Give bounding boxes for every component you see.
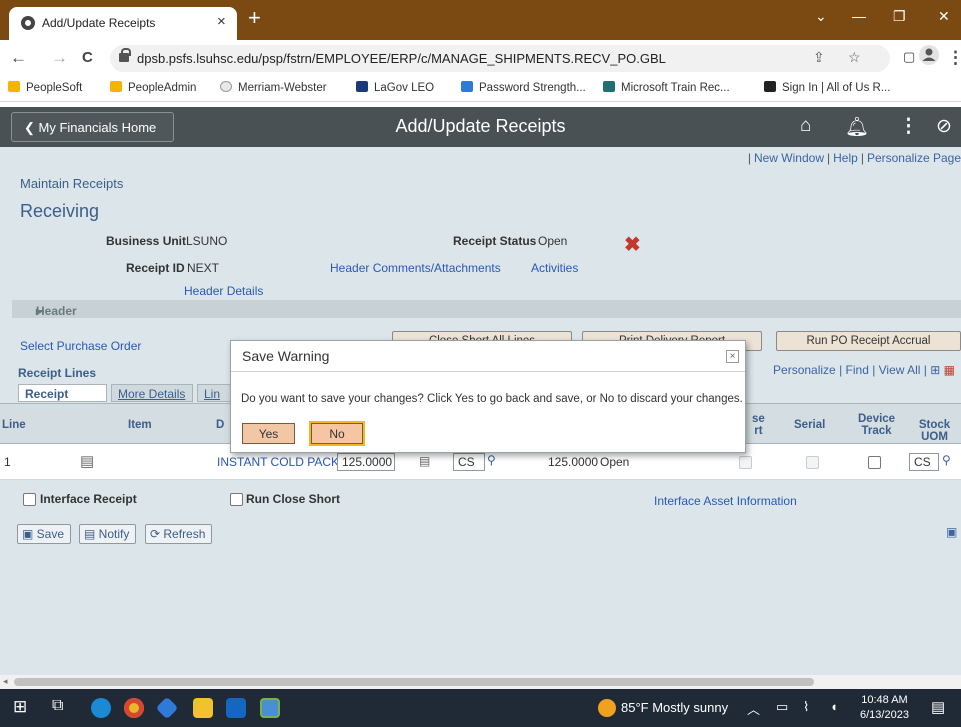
forward-button[interactable]: → xyxy=(51,48,68,68)
all-of-us-icon xyxy=(764,81,776,92)
dialog-divider xyxy=(231,371,745,372)
bookmarks-bar: PeopleSoft PeopleAdmin Merriam-Webster L… xyxy=(0,76,961,102)
weather-sun-icon[interactable] xyxy=(598,699,616,717)
browser-tab[interactable]: Add/Update Receipts × xyxy=(9,7,237,40)
tab-favicon-icon xyxy=(21,16,35,30)
lagov-icon xyxy=(356,81,368,92)
bookmark-peoplesoft[interactable]: PeopleSoft xyxy=(8,81,82,94)
windows-taskbar: ⊞ ⧉ 85°F Mostly sunny ︿ ▭ ⌇ ◖ 10:48 AM 6… xyxy=(0,689,961,727)
browser-toolbar: ← → C dpsb.psfs.lsuhsc.edu/psp/fstrn/EMP… xyxy=(0,40,961,76)
tab-close-icon[interactable]: × xyxy=(217,13,226,30)
bookmark-microsoft-train[interactable]: Microsoft Train Rec... xyxy=(603,81,730,94)
bookmark-merriam-webster[interactable]: Merriam-Webster xyxy=(220,81,327,94)
navbar-icon[interactable]: ⊘ xyxy=(936,115,952,138)
actions-menu-icon[interactable]: ⋮ xyxy=(899,115,918,138)
file-explorer-icon[interactable] xyxy=(193,698,213,718)
bookmark-all-of-us[interactable]: Sign In | All of Us R... xyxy=(764,81,890,94)
bookmark-password-strength[interactable]: Password Strength... xyxy=(461,81,586,94)
minimize-button[interactable]: — xyxy=(852,8,866,24)
reload-button[interactable]: C xyxy=(82,49,93,66)
sharepoint-icon xyxy=(603,81,615,92)
no-button[interactable]: No xyxy=(309,421,365,446)
tray-chevron-icon[interactable]: ︿ xyxy=(747,699,760,718)
clock-date: 6/13/2023 xyxy=(860,709,909,721)
address-bar[interactable]: dpsb.psfs.lsuhsc.edu/psp/fstrn/EMPLOYEE/… xyxy=(110,45,890,72)
notification-bell-icon[interactable]: 🔔︎ xyxy=(845,115,869,139)
outlook-icon[interactable] xyxy=(226,698,246,718)
bookmark-star-icon[interactable]: ☆ xyxy=(848,49,861,66)
back-button[interactable]: ← xyxy=(10,48,27,68)
url-text[interactable]: dpsb.psfs.lsuhsc.edu/psp/fstrn/EMPLOYEE/… xyxy=(137,51,666,66)
share-icon[interactable]: ⇪ xyxy=(813,49,825,66)
notifications-icon[interactable]: ▤ xyxy=(931,698,945,716)
folder-icon xyxy=(8,81,20,92)
chrome-icon[interactable] xyxy=(124,698,144,718)
save-warning-dialog: Save Warning × Do you want to save your … xyxy=(230,340,746,453)
restore-button[interactable]: ❐ xyxy=(893,8,906,25)
peoplesoft-banner: ❮ My Financials Home Add/Update Receipts… xyxy=(0,107,961,147)
profile-avatar-icon[interactable] xyxy=(918,44,940,71)
lock-icon[interactable] xyxy=(119,48,131,62)
scrollbar-thumb[interactable] xyxy=(14,678,814,686)
dialog-close-icon[interactable]: × xyxy=(726,350,739,363)
password-icon xyxy=(461,81,473,92)
merriam-webster-icon xyxy=(220,81,232,92)
windows-start-icon[interactable]: ⊞ xyxy=(13,697,27,717)
bookmark-lagov-leo[interactable]: LaGov LEO xyxy=(356,81,434,94)
home-icon[interactable]: ⌂ xyxy=(800,115,811,137)
volume-icon[interactable]: ◖ xyxy=(830,699,838,714)
weather-text[interactable]: 85°F Mostly sunny xyxy=(621,700,728,715)
banner-title: Add/Update Receipts xyxy=(395,116,566,136)
tab-search-icon[interactable]: ⌄ xyxy=(815,8,827,25)
sidepanel-icon[interactable]: ▢ xyxy=(903,49,915,65)
wifi-icon[interactable]: ⌇ xyxy=(803,699,809,715)
folder-icon xyxy=(110,81,122,92)
horizontal-scrollbar[interactable]: ◂ xyxy=(0,675,961,689)
browser-titlebar: Add/Update Receipts × + ⌄ — ❐ ✕ xyxy=(0,0,961,40)
taskbar-clock[interactable]: 10:48 AM 6/13/2023 xyxy=(860,693,909,723)
new-tab-button[interactable]: + xyxy=(248,6,261,30)
edge-icon[interactable] xyxy=(91,698,111,718)
chrome-menu-icon[interactable]: ⋮ xyxy=(947,48,961,68)
photos-icon[interactable] xyxy=(155,696,179,720)
dialog-message: Do you want to save your changes? Click … xyxy=(241,393,743,405)
tab-title: Add/Update Receipts xyxy=(42,16,156,30)
clock-time: 10:48 AM xyxy=(861,694,908,706)
yes-button[interactable]: Yes xyxy=(242,423,295,444)
app-icon[interactable] xyxy=(260,698,280,718)
dialog-title: Save Warning xyxy=(242,348,330,364)
bookmark-peopleadmin[interactable]: PeopleAdmin xyxy=(110,81,196,94)
scroll-left-icon[interactable]: ◂ xyxy=(3,676,8,687)
close-window-button[interactable]: ✕ xyxy=(938,8,950,25)
network-icon[interactable]: ▭ xyxy=(776,699,788,715)
task-view-icon[interactable]: ⧉ xyxy=(52,697,63,715)
